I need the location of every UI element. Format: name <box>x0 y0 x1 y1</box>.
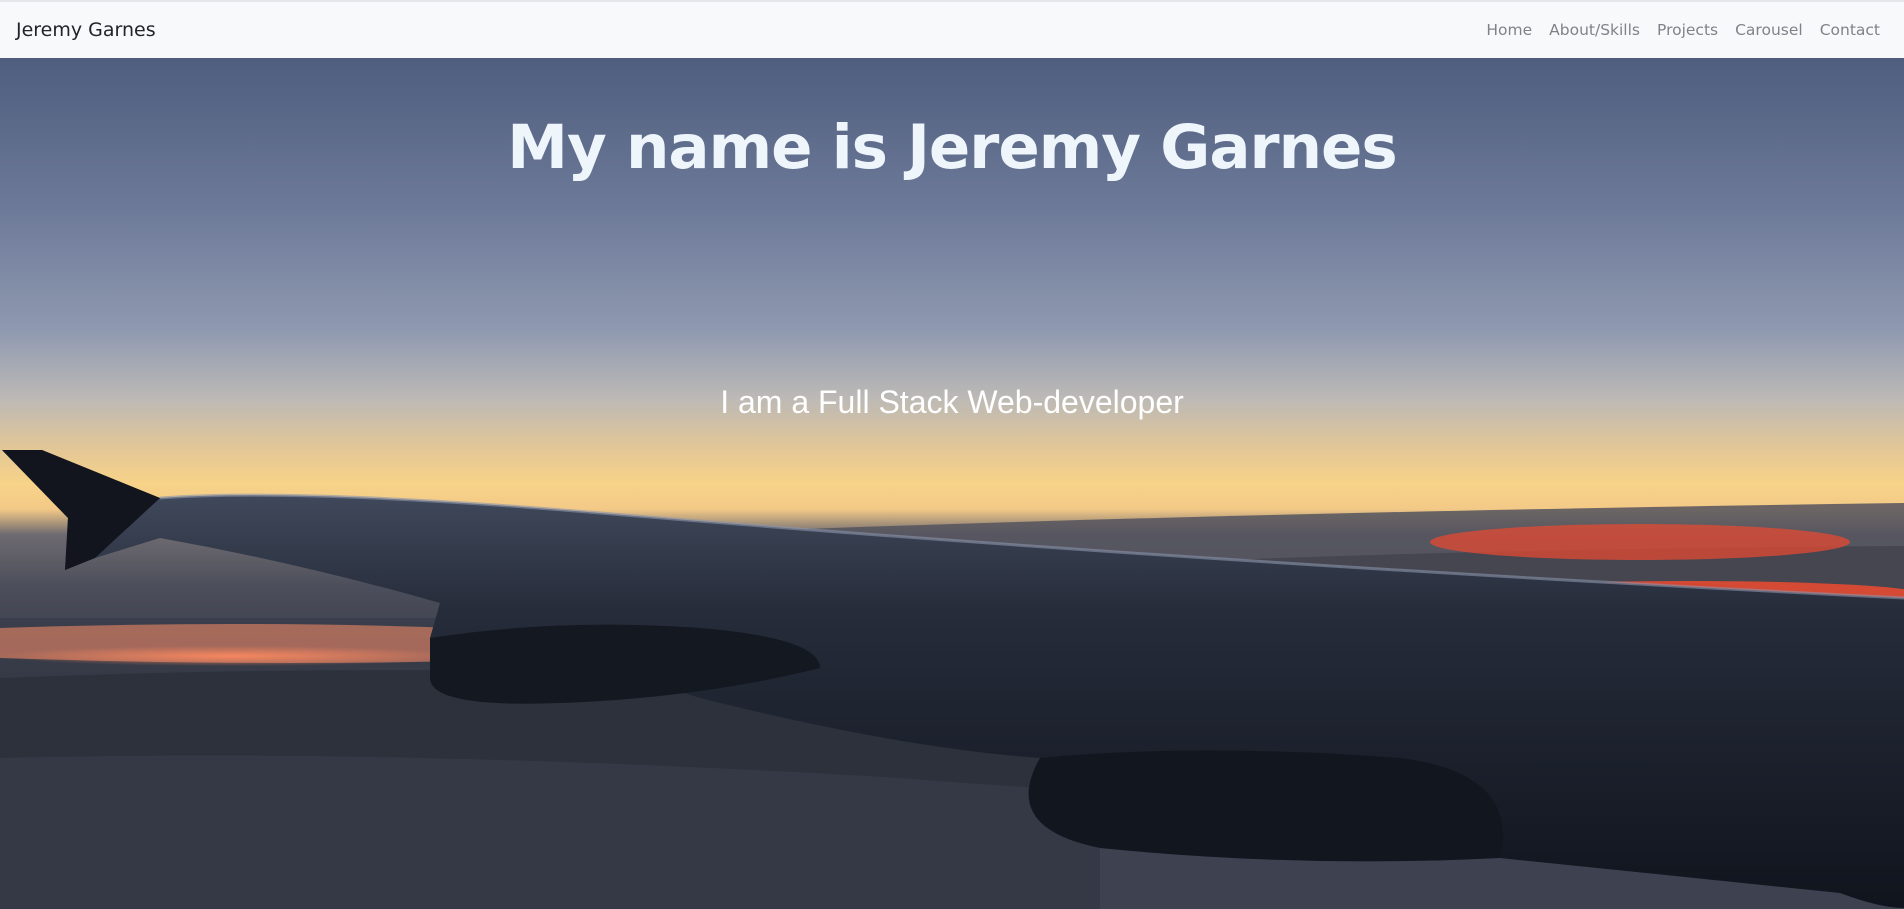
nav-links: Home About/Skills Projects Carousel Cont… <box>1486 21 1880 39</box>
hero-section: My name is Jeremy Garnes I am a Full Sta… <box>0 58 1904 909</box>
nav-link-carousel[interactable]: Carousel <box>1735 21 1803 39</box>
nav-link-about-skills[interactable]: About/Skills <box>1549 21 1640 39</box>
hero-background-image <box>0 58 1904 909</box>
hero-title: My name is Jeremy Garnes <box>507 112 1397 183</box>
nav-link-home[interactable]: Home <box>1486 21 1532 39</box>
nav-link-projects[interactable]: Projects <box>1657 21 1718 39</box>
nav-link-contact[interactable]: Contact <box>1820 21 1880 39</box>
navbar: Jeremy Garnes Home About/Skills Projects… <box>0 0 1904 58</box>
hero-subtitle: I am a Full Stack Web-developer <box>720 384 1184 420</box>
brand-link[interactable]: Jeremy Garnes <box>16 19 156 41</box>
